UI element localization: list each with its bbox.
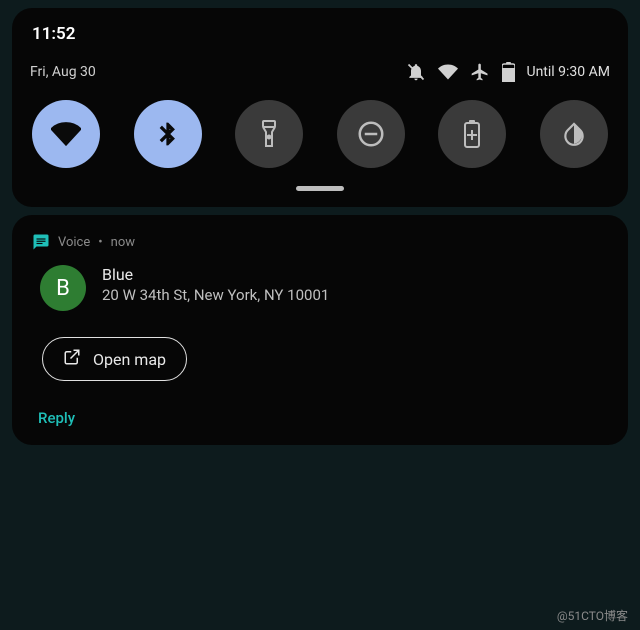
notification-time: now [111, 235, 135, 250]
date-label: Fri, Aug 30 [30, 64, 96, 80]
wifi-status-icon [438, 62, 458, 82]
notifications-off-icon [406, 62, 426, 82]
quick-settings-row [30, 100, 610, 168]
clock: 11:52 [30, 22, 610, 62]
voice-app-icon [32, 233, 50, 251]
qs-battery-saver-tile[interactable] [438, 100, 506, 168]
notification-body: B Blue 20 W 34th St, New York, NY 10001 [32, 265, 608, 311]
qs-flashlight-tile[interactable] [235, 100, 303, 168]
reply-button[interactable]: Reply [32, 409, 608, 427]
open-external-icon [63, 348, 81, 370]
notification-card[interactable]: Voice • now B Blue 20 W 34th St, New Yor… [12, 215, 628, 445]
qs-dnd-tile[interactable] [337, 100, 405, 168]
open-map-button[interactable]: Open map [42, 337, 187, 381]
sender-name: Blue [102, 265, 608, 284]
battery-until-label: Until 9:30 AM [527, 64, 611, 80]
avatar: B [40, 265, 86, 311]
qs-dark-theme-tile[interactable] [540, 100, 608, 168]
notification-header: Voice • now [32, 233, 608, 251]
notification-text: Blue 20 W 34th St, New York, NY 10001 [102, 265, 608, 304]
notification-app-name: Voice [58, 235, 90, 250]
airplane-status-icon [470, 62, 490, 82]
battery-status-icon [502, 62, 515, 82]
message-text: 20 W 34th St, New York, NY 10001 [102, 286, 608, 304]
watermark: @51CTO博客 [557, 607, 628, 624]
qs-wifi-tile[interactable] [32, 100, 100, 168]
separator-dot: • [98, 235, 102, 250]
drag-handle[interactable] [296, 186, 344, 191]
status-icons: Until 9:30 AM [406, 62, 611, 82]
quick-settings-panel: 11:52 Fri, Aug 30 Until 9:30 AM [12, 8, 628, 207]
action-label: Open map [93, 350, 166, 369]
qs-bluetooth-tile[interactable] [134, 100, 202, 168]
status-row: Fri, Aug 30 Until 9:30 AM [30, 62, 610, 82]
